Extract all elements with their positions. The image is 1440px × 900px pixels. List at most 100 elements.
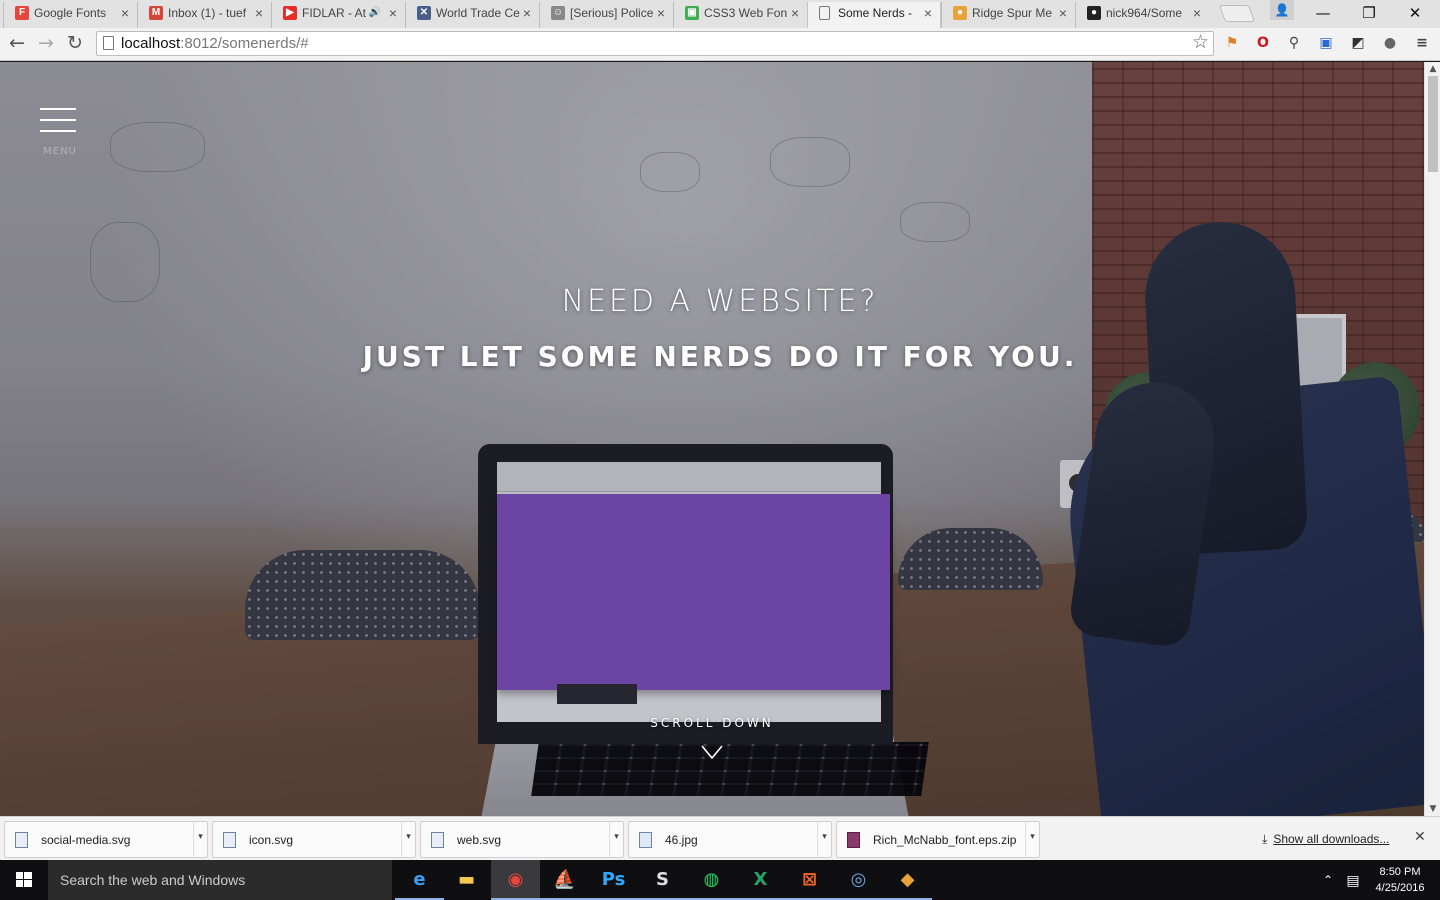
google-fonts-icon: F bbox=[15, 6, 29, 20]
network-app-icon[interactable]: ◎ bbox=[834, 860, 883, 900]
close-tab-icon[interactable]: × bbox=[389, 2, 397, 24]
hamburger-menu-icon[interactable] bbox=[40, 108, 78, 134]
spotify-icon[interactable]: ◍ bbox=[687, 860, 736, 900]
tab-title: CSS3 Web Fon bbox=[704, 6, 788, 20]
sublime-icon[interactable]: ⛵ bbox=[540, 860, 589, 900]
browser-tab[interactable]: ✕ World Trade Ce × bbox=[405, 2, 539, 28]
audio-icon[interactable]: 🔊 bbox=[369, 2, 381, 24]
gmail-icon: M bbox=[149, 6, 163, 20]
chrome-icon[interactable]: ◉ bbox=[491, 860, 540, 900]
page-viewport: MENU NEED A WEBSITE? JUST LET SOME NERDS… bbox=[0, 62, 1424, 816]
opera-extension-icon[interactable]: O bbox=[1253, 33, 1273, 53]
tab-title: Google Fonts bbox=[34, 6, 107, 20]
browser-tab[interactable]: F Google Fonts × bbox=[3, 2, 137, 28]
minimize-icon[interactable]: — bbox=[1300, 0, 1346, 28]
cast-extension-icon[interactable]: ▣ bbox=[1316, 33, 1336, 53]
download-item[interactable]: web.svg ▾ bbox=[420, 821, 624, 858]
menu-label: MENU bbox=[43, 146, 77, 157]
hero-subheadline-pre: JUST LET bbox=[362, 340, 538, 373]
back-icon[interactable]: ← bbox=[4, 30, 30, 56]
browser-tab[interactable]: ▶ FIDLAR - At 🔊 × bbox=[271, 2, 405, 28]
close-tab-icon[interactable]: × bbox=[1059, 2, 1067, 24]
download-menu-chevron-icon[interactable]: ▾ bbox=[609, 822, 623, 857]
browser-tab[interactable]: M Inbox (1) - tuef × bbox=[137, 2, 271, 28]
download-menu-chevron-icon[interactable]: ▾ bbox=[1025, 822, 1039, 857]
page-icon bbox=[819, 6, 830, 20]
browser-tab[interactable]: ● nick964/Some × bbox=[1075, 2, 1209, 28]
svg-file-icon bbox=[15, 832, 28, 848]
close-tab-icon[interactable]: × bbox=[1193, 2, 1201, 24]
chrome-menu-icon[interactable]: ≡ bbox=[1412, 33, 1432, 53]
zip-file-icon bbox=[847, 832, 860, 848]
scrollbar-thumb[interactable] bbox=[1428, 76, 1438, 172]
bookmark-star-icon[interactable]: ☆ bbox=[1192, 31, 1209, 53]
scroll-down-arrow-icon[interactable]: ▼ bbox=[1425, 802, 1440, 816]
url-host: localhost bbox=[121, 35, 181, 52]
chevron-down-icon[interactable] bbox=[700, 740, 724, 764]
tab-title: Inbox (1) - tuef bbox=[168, 6, 247, 20]
css3-icon: ▣ bbox=[685, 6, 699, 20]
tab-title: Some Nerds - bbox=[838, 6, 913, 20]
new-tab-button[interactable] bbox=[1218, 5, 1256, 22]
download-menu-chevron-icon[interactable]: ▾ bbox=[401, 822, 415, 857]
download-filename: social-media.svg bbox=[41, 833, 131, 847]
maximize-icon[interactable]: ❐ bbox=[1346, 0, 1392, 28]
browser-tab[interactable]: ● Ridge Spur Me × bbox=[941, 2, 1075, 28]
circle-extension-icon[interactable]: ● bbox=[1380, 33, 1400, 53]
photoshop-icon[interactable]: Ps bbox=[589, 860, 638, 900]
file-explorer-icon[interactable]: ▬ bbox=[442, 860, 491, 900]
svg-file-icon bbox=[431, 832, 444, 848]
windows-start-icon[interactable] bbox=[0, 860, 48, 900]
browser-tab[interactable]: Some Nerds - × bbox=[807, 2, 941, 29]
svg-file-icon bbox=[223, 832, 236, 848]
forward-icon[interactable]: → bbox=[33, 30, 59, 56]
download-menu-chevron-icon[interactable]: ▾ bbox=[817, 822, 831, 857]
page-scrollbar[interactable]: ▲ ▼ bbox=[1424, 62, 1440, 816]
download-item[interactable]: 46.jpg ▾ bbox=[628, 821, 832, 858]
windows-taskbar: Search the web and Windows e ▬ ◉ ⛵ Ps S … bbox=[0, 860, 1440, 900]
close-window-icon[interactable]: ✕ bbox=[1392, 0, 1438, 28]
screenshot-extension-icon[interactable]: ◩ bbox=[1348, 33, 1368, 53]
download-menu-chevron-icon[interactable]: ▾ bbox=[193, 822, 207, 857]
profile-icon[interactable]: 👤 bbox=[1270, 0, 1294, 20]
download-item[interactable]: social-media.svg ▾ bbox=[4, 821, 208, 858]
notifications-icon[interactable]: ▤ bbox=[1342, 860, 1364, 900]
close-tab-icon[interactable]: × bbox=[791, 2, 799, 24]
close-tab-icon[interactable]: × bbox=[523, 2, 531, 24]
image-file-icon bbox=[639, 832, 652, 848]
scroll-up-icon[interactable]: ▲ bbox=[1425, 62, 1440, 76]
extension-icon[interactable]: ⚑ bbox=[1222, 33, 1242, 53]
hero-subheadline: JUST LET SOME NERDS DO IT FOR YOU. bbox=[0, 340, 1424, 373]
show-all-downloads-label: Show all downloads... bbox=[1273, 832, 1390, 846]
reload-icon[interactable]: ↻ bbox=[62, 30, 88, 56]
youtube-icon: ▶ bbox=[283, 6, 297, 20]
address-bar[interactable]: localhost:8012/somenerds/# ☆ bbox=[96, 31, 1214, 56]
download-item[interactable]: icon.svg ▾ bbox=[212, 821, 416, 858]
close-shelf-icon[interactable]: ✕ bbox=[1414, 829, 1426, 845]
close-tab-icon[interactable]: × bbox=[255, 2, 263, 24]
browser-tab[interactable]: ▣ CSS3 Web Fon × bbox=[673, 2, 807, 28]
show-all-downloads-link[interactable]: ⤓ Show all downloads... bbox=[1262, 817, 1389, 861]
hero-brand-name: SOME NERDS bbox=[537, 340, 776, 373]
tray-chevron-up-icon[interactable]: ⌃ bbox=[1318, 860, 1338, 900]
scroll-down-label[interactable]: SCROLL DOWN bbox=[0, 716, 1424, 730]
download-item[interactable]: Rich_McNabb_font.eps.zip ▾ bbox=[836, 821, 1040, 858]
download-arrow-icon: ⤓ bbox=[1262, 832, 1268, 846]
close-tab-icon[interactable]: × bbox=[924, 2, 932, 24]
close-tab-icon[interactable]: × bbox=[121, 2, 129, 24]
excel-icon[interactable]: X bbox=[736, 860, 785, 900]
magnifier-extension-icon[interactable]: ⚲ bbox=[1284, 33, 1304, 53]
edge-icon[interactable]: e bbox=[395, 860, 444, 900]
browser-toolbar: ← → ↻ localhost:8012/somenerds/# ☆ ⚑ O ⚲… bbox=[0, 28, 1440, 61]
browser-tab[interactable]: ☺ [Serious] Police × bbox=[539, 2, 673, 28]
download-filename: Rich_McNabb_font.eps.zip bbox=[873, 833, 1017, 847]
url-path: :8012/somenerds/# bbox=[180, 35, 309, 52]
tab-strip: F Google Fonts × M Inbox (1) - tuef × ▶ FIDLAR … bbox=[0, 0, 1440, 29]
taskbar-clock[interactable]: 8:50 PM 4/25/2016 bbox=[1370, 864, 1430, 896]
xampp-icon[interactable]: ⊠ bbox=[785, 860, 834, 900]
sublime-text-icon[interactable]: S bbox=[638, 860, 687, 900]
git-icon[interactable]: ◆ bbox=[883, 860, 932, 900]
close-tab-icon[interactable]: × bbox=[657, 2, 665, 24]
taskbar-search-input[interactable]: Search the web and Windows bbox=[48, 860, 392, 900]
reddit-icon: ☺ bbox=[551, 6, 565, 20]
